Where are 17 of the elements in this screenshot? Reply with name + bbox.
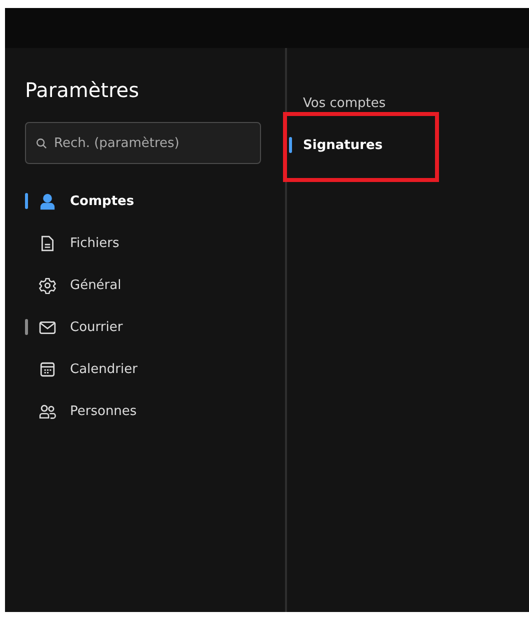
person-icon [39, 192, 56, 210]
gear-icon [39, 276, 56, 294]
settings-title: Paramètres [25, 78, 140, 102]
subnav-item[interactable]: Vos comptes [289, 82, 396, 124]
search-icon [36, 138, 47, 149]
sidebar-item[interactable]: Général [25, 264, 132, 306]
sidebar-item[interactable]: Courrier [25, 306, 133, 348]
calendar-icon [39, 360, 56, 378]
sidebar-item[interactable]: Fichiers [25, 222, 130, 264]
envelope-icon [39, 318, 56, 336]
sidebar-item[interactable]: Comptes [25, 180, 144, 222]
people-icon [39, 402, 56, 420]
file-icon [39, 234, 56, 252]
search-field[interactable]: Rech. (paramètres) [25, 122, 261, 164]
sidebar-item[interactable]: Calendrier [25, 348, 148, 390]
sidebar-item[interactable]: Personnes [25, 390, 147, 432]
subnav-item[interactable]: Signatures [289, 124, 393, 166]
